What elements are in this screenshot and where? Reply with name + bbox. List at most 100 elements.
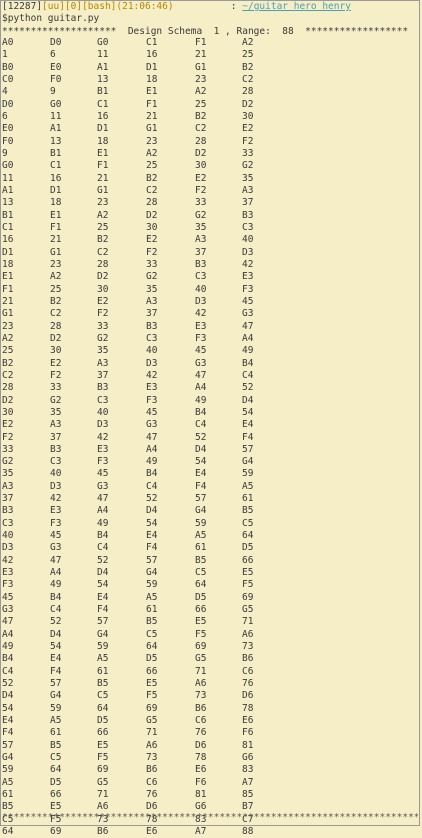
note-cell: 25: [242, 49, 254, 61]
session-tag: [uu][0][bash](21:06:46): [42, 1, 174, 12]
table-row: D2 G2 C3 F3 49 D4: [2, 395, 418, 407]
note-cell: F5: [195, 628, 207, 640]
note-cell: E0: [2, 123, 14, 135]
note-cell: 40: [146, 345, 158, 357]
note-cell: C4: [146, 480, 158, 492]
note-cell: 45: [2, 591, 14, 603]
note-cell: 57: [146, 554, 158, 566]
note-cell: D4: [195, 443, 207, 455]
table-row: G4 C5 F5 73 78 G6: [2, 752, 418, 764]
note-cell: 11: [50, 110, 62, 122]
note-cell: 1: [2, 49, 8, 61]
note-cell: C6: [146, 776, 158, 788]
note-cell: 66: [146, 665, 158, 677]
note-cell: B2: [242, 61, 254, 73]
table-row: B1 E1 A2 D2 G2 B3: [2, 210, 418, 222]
table-row: 1 6 11 16 21 25: [2, 49, 418, 61]
note-cell: D6: [195, 739, 207, 751]
note-cell: B5: [2, 801, 14, 813]
note-cell: B4: [195, 406, 207, 418]
note-cell: 35: [50, 406, 62, 418]
note-cell: 33: [146, 258, 158, 270]
note-cell: G6: [242, 752, 254, 764]
working-directory-link[interactable]: ~/guitar hero henry: [242, 1, 351, 12]
note-cell: G3: [195, 357, 207, 369]
note-cell: D4: [50, 628, 62, 640]
note-cell: 45: [242, 295, 254, 307]
note-cell: 28: [242, 86, 254, 98]
note-cell: A0: [2, 37, 14, 48]
note-cell: A3: [242, 184, 254, 196]
note-cell: 54: [242, 406, 254, 418]
note-cell: F3: [97, 456, 109, 468]
note-cell: F2: [146, 246, 158, 258]
note-cell: G6: [195, 801, 207, 813]
note-cell: A1: [2, 184, 14, 196]
note-cell: 69: [195, 641, 207, 653]
note-cell: 35: [242, 172, 254, 184]
command-line[interactable]: $python guitar.py: [2, 13, 99, 25]
note-cell: F3: [146, 394, 158, 406]
note-cell: A4: [146, 443, 158, 455]
note-cell: B1: [50, 147, 62, 159]
note-cell: A1: [97, 61, 109, 73]
note-cell: 45: [50, 530, 62, 542]
banner-text: Design Schema 1 , Range: 88: [116, 26, 306, 37]
note-cell: B5: [195, 554, 207, 566]
note-cell: G5: [195, 653, 207, 665]
note-cell: 64: [146, 641, 158, 653]
note-cell: G2: [146, 271, 158, 283]
note-cell: F1: [2, 283, 14, 295]
note-cell: 54: [195, 456, 207, 468]
note-cell: 45: [146, 406, 158, 418]
note-cell: 69: [97, 764, 109, 776]
note-cell: E1: [2, 271, 14, 283]
note-cell: D6: [242, 690, 254, 702]
table-row: E4 A5 D5 G5 C6 E6: [2, 715, 418, 727]
note-cell: D5: [242, 542, 254, 554]
note-cell: G0: [97, 37, 109, 48]
table-row: B3 E3 A4 D4 G4 B5: [2, 505, 418, 517]
note-cell: E1: [50, 209, 62, 221]
note-cell: A4: [97, 505, 109, 517]
note-cell: G4: [2, 752, 14, 764]
note-cell: 25: [97, 221, 109, 233]
note-cell: 73: [195, 690, 207, 702]
table-row: 16 21 B2 E2 A3 40: [2, 234, 418, 246]
note-cell: D4: [242, 394, 254, 406]
note-cell: 23: [146, 135, 158, 147]
note-cell: E4: [146, 530, 158, 542]
note-cell: 71: [242, 616, 254, 628]
table-row: C2 F2 37 42 47 C4: [2, 370, 418, 382]
note-cell: D5: [50, 776, 62, 788]
note-cell: 21: [195, 49, 207, 61]
note-cell: 61: [195, 542, 207, 554]
note-cell: 4: [2, 86, 8, 98]
note-cell: E6: [242, 715, 254, 727]
note-cell: 64: [97, 702, 109, 714]
note-cell: D0: [50, 37, 62, 48]
note-cell: 37: [97, 369, 109, 381]
table-row: 23 28 33 B3 E3 47: [2, 321, 418, 333]
note-cell: F2: [97, 308, 109, 320]
note-cell: 54: [2, 702, 14, 714]
note-cell: F4: [242, 431, 254, 443]
table-row: E0 A1 D1 G1 C2 E2: [2, 123, 418, 135]
note-cell: D3: [2, 542, 14, 554]
note-cell: 76: [146, 789, 158, 801]
note-cell: A2: [195, 86, 207, 98]
note-cell: 42: [242, 258, 254, 270]
note-cell: G2: [97, 332, 109, 344]
note-cell: 16: [97, 110, 109, 122]
table-row: D1 G1 C2 F2 37 D3: [2, 247, 418, 259]
note-cell: C5: [146, 628, 158, 640]
note-cell: F0: [2, 135, 14, 147]
note-cell: 13: [50, 135, 62, 147]
note-cell: D1: [97, 123, 109, 135]
note-cell: 52: [97, 554, 109, 566]
note-cell: B3: [50, 443, 62, 455]
note-cell: C5: [195, 567, 207, 579]
note-cell: 71: [195, 665, 207, 677]
banner-stars-left: ********************: [2, 26, 117, 37]
note-cell: 35: [2, 468, 14, 480]
